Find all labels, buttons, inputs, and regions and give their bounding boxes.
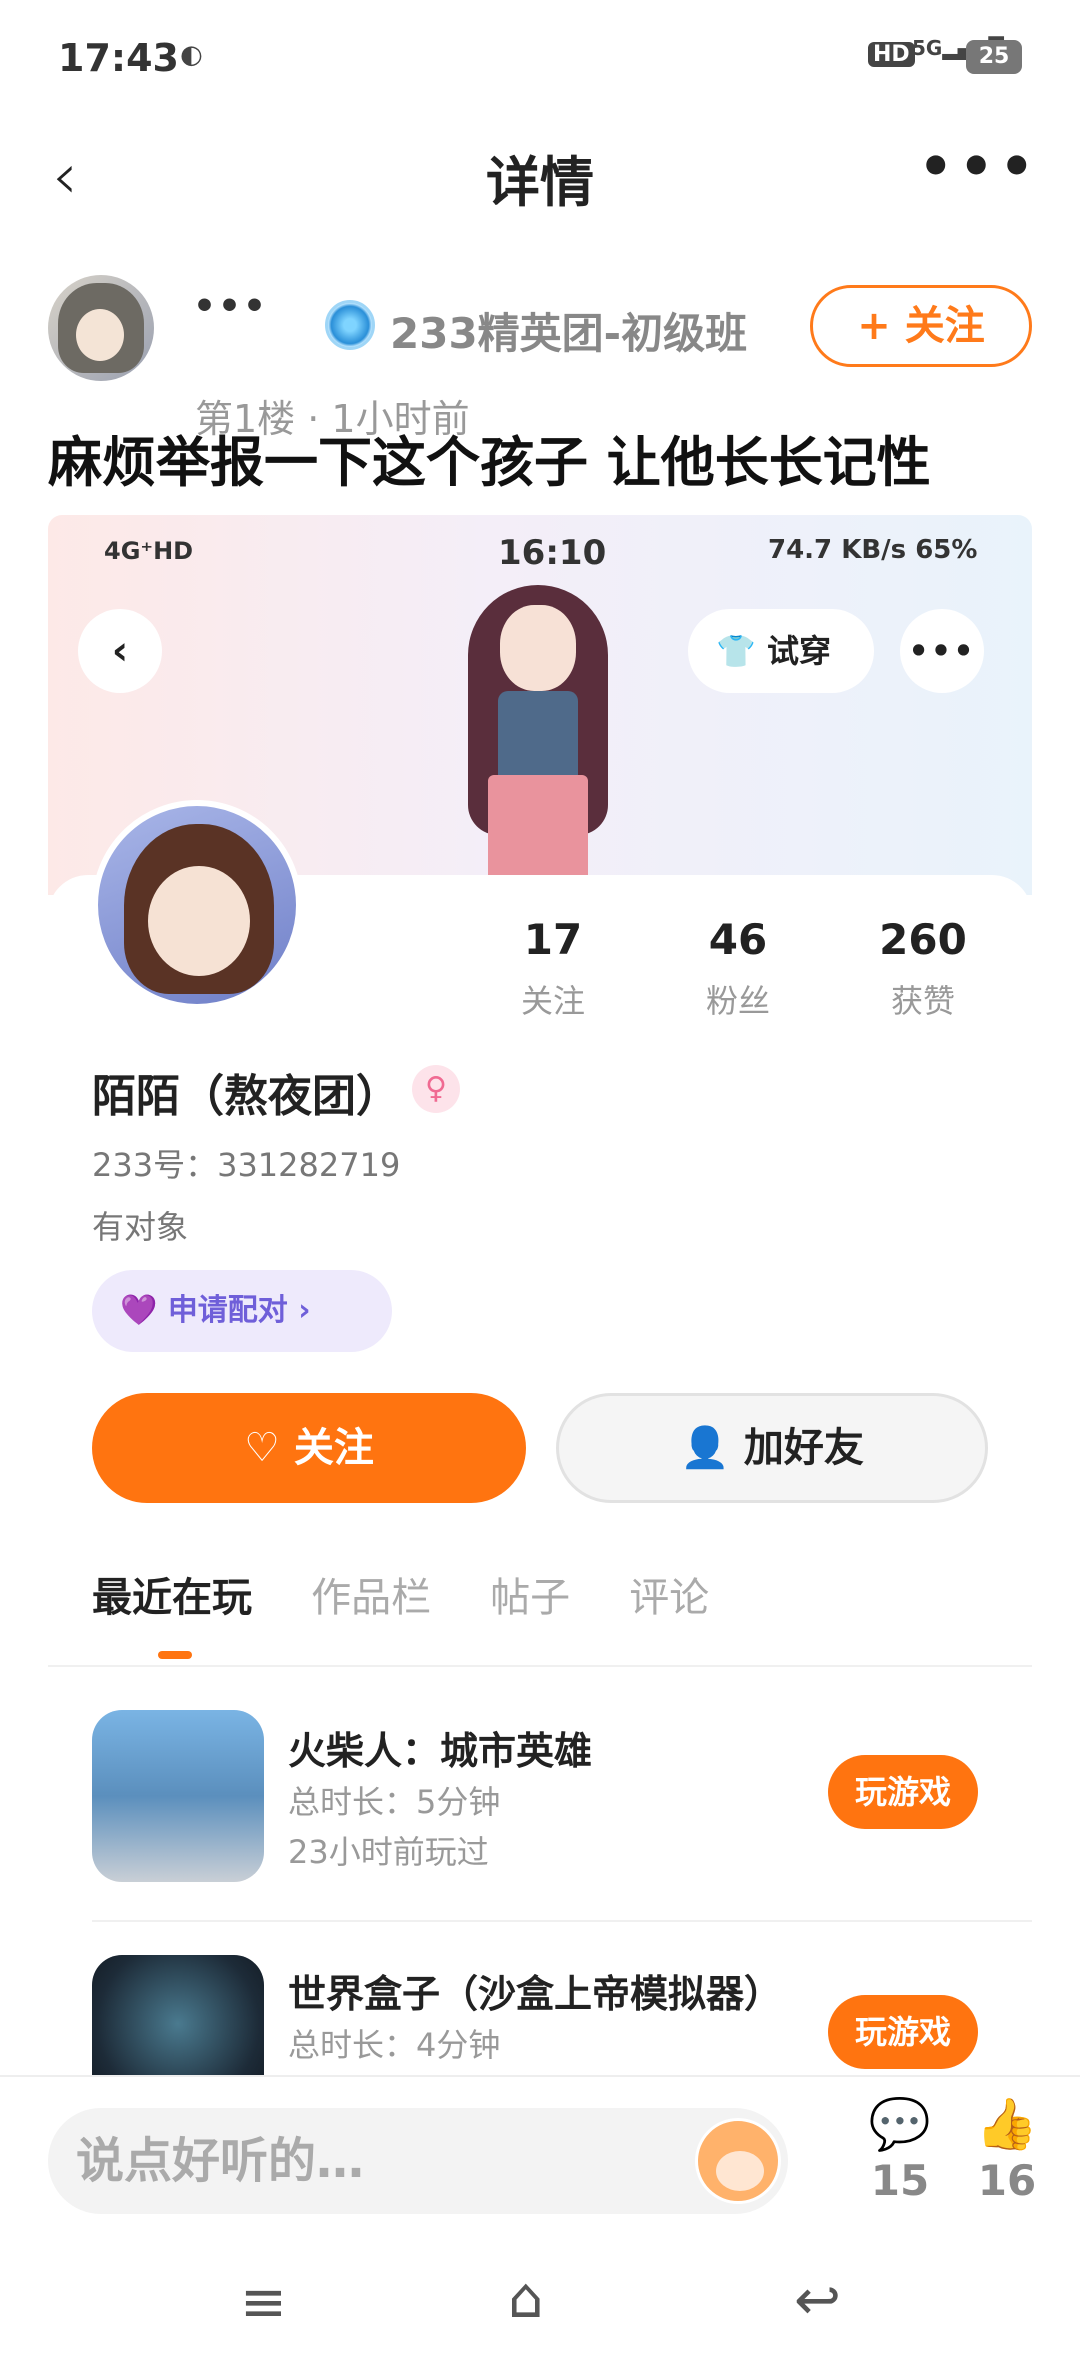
stat-fans-label: 粉丝 bbox=[705, 982, 770, 1020]
game-last-played: 23小时前玩过 bbox=[288, 1833, 489, 1871]
stat-likes-num: 260 bbox=[879, 915, 967, 964]
stat-fans: 46 粉丝 bbox=[653, 915, 823, 1022]
stat-following-num: 17 bbox=[523, 915, 583, 964]
comment-count: 15 bbox=[870, 2156, 930, 2205]
profile-relation: 有对象 bbox=[92, 1208, 189, 1246]
profile-tabs: 最近在玩 作品栏 帖子 评论 bbox=[92, 1565, 992, 1645]
tab-recent: 最近在玩 bbox=[92, 1575, 252, 1621]
chevron-right-icon: › bbox=[298, 1293, 311, 1328]
menu-icon[interactable]: ≡ bbox=[240, 2270, 287, 2335]
profile-avatar bbox=[92, 800, 302, 1010]
tab-divider bbox=[48, 1665, 1032, 1667]
embedded-back-icon: ‹ bbox=[78, 609, 162, 693]
thumbs-up-icon: 👍 bbox=[975, 2095, 1039, 2153]
shirt-icon: 👕 bbox=[716, 632, 756, 670]
author-avatar[interactable] bbox=[48, 275, 154, 381]
tab-works: 作品栏 bbox=[311, 1575, 432, 1621]
status-bar: 17:43 ◐ HD 5G▂▄▆█ 25 bbox=[0, 0, 1080, 110]
home-icon[interactable]: ⌂ bbox=[508, 2266, 544, 2331]
post-image[interactable]: 4G⁺HD 16:10 74.7 KB/s 65% ‹ 👕 试穿 ••• 17 … bbox=[48, 515, 1032, 2075]
match-request-button: 💜 申请配对 › bbox=[92, 1270, 392, 1352]
game-icon-worldbox bbox=[92, 1955, 264, 2075]
comment-count-button[interactable]: 💬 15 bbox=[845, 2095, 955, 2205]
heart-icon: 💜 bbox=[120, 1293, 158, 1328]
profile-username: 陌陌（熬夜团） bbox=[92, 1071, 400, 1122]
follow-button[interactable]: + 关注 bbox=[810, 285, 1032, 367]
person-plus-icon: 👤 bbox=[680, 1425, 730, 1471]
try-on-label: 试穿 bbox=[766, 632, 831, 670]
comment-icon: 💬 bbox=[868, 2095, 932, 2153]
battery-icon: 25 bbox=[966, 40, 1022, 74]
stat-following: 17 关注 bbox=[468, 915, 638, 1022]
tab-indicator bbox=[158, 1651, 192, 1659]
more-options-button[interactable]: ••• bbox=[918, 135, 1040, 198]
stat-likes: 260 获赞 bbox=[838, 915, 1008, 1022]
app-notification-icon: ◐ bbox=[180, 40, 203, 70]
play-game-button: 玩游戏 bbox=[828, 1995, 978, 2069]
back-nav-icon[interactable]: ↩ bbox=[794, 2268, 841, 2333]
network-label: 5G bbox=[912, 36, 943, 60]
stat-likes-label: 获赞 bbox=[890, 982, 955, 1020]
game-duration: 总时长：5分钟 bbox=[288, 1783, 501, 1821]
comment-input[interactable]: 说点好听的… bbox=[48, 2108, 788, 2214]
embedded-more-icon: ••• bbox=[900, 609, 984, 693]
avatar-character bbox=[438, 585, 638, 895]
embedded-status-right: 74.7 KB/s 65% bbox=[768, 535, 978, 565]
game-duration: 总时长：4分钟 bbox=[288, 2026, 501, 2064]
game-title: 世界盒子（沙盒上帝模拟器） bbox=[288, 1972, 783, 2016]
mascot-emoji-icon[interactable] bbox=[695, 2118, 781, 2204]
profile-follow-label: 关注 bbox=[293, 1425, 374, 1471]
system-nav-bar: ≡ ⌂ ↩ bbox=[0, 2240, 1080, 2376]
group-name[interactable]: 233精英团-初级班 bbox=[390, 300, 747, 361]
hd-icon: HD bbox=[868, 42, 915, 67]
like-count: 16 bbox=[977, 2156, 1037, 2205]
tab-posts: 帖子 bbox=[490, 1575, 571, 1621]
status-time: 17:43 bbox=[58, 36, 179, 80]
female-icon: ♀ bbox=[412, 1065, 460, 1113]
stat-following-label: 关注 bbox=[520, 982, 585, 1020]
like-button[interactable]: 👍 16 bbox=[952, 2095, 1062, 2205]
post-text: 麻烦举报一下这个孩子 让他长长记性 bbox=[48, 431, 931, 494]
try-on-button: 👕 试穿 bbox=[688, 609, 874, 693]
add-friend-button: 👤 加好友 bbox=[556, 1393, 988, 1503]
profile-uid: 233号：331282719 bbox=[92, 1146, 401, 1184]
add-friend-label: 加好友 bbox=[743, 1425, 864, 1471]
author-more-icon[interactable]: ••• bbox=[193, 286, 268, 327]
heart-plus-icon: ♡ bbox=[244, 1425, 280, 1471]
group-badge-icon bbox=[325, 300, 375, 350]
list-divider bbox=[92, 1920, 1032, 1922]
play-game-button: 玩游戏 bbox=[828, 1755, 978, 1829]
stat-fans-num: 46 bbox=[708, 915, 768, 964]
match-label: 申请配对 bbox=[167, 1293, 288, 1328]
game-icon-stickman bbox=[92, 1710, 264, 1882]
profile-follow-button: ♡ 关注 bbox=[92, 1393, 526, 1503]
embedded-status-time: 16:10 bbox=[498, 533, 607, 573]
embedded-status-left: 4G⁺HD bbox=[104, 537, 194, 565]
tab-comments: 评论 bbox=[629, 1575, 710, 1621]
game-title: 火柴人：城市英雄 bbox=[288, 1729, 593, 1773]
